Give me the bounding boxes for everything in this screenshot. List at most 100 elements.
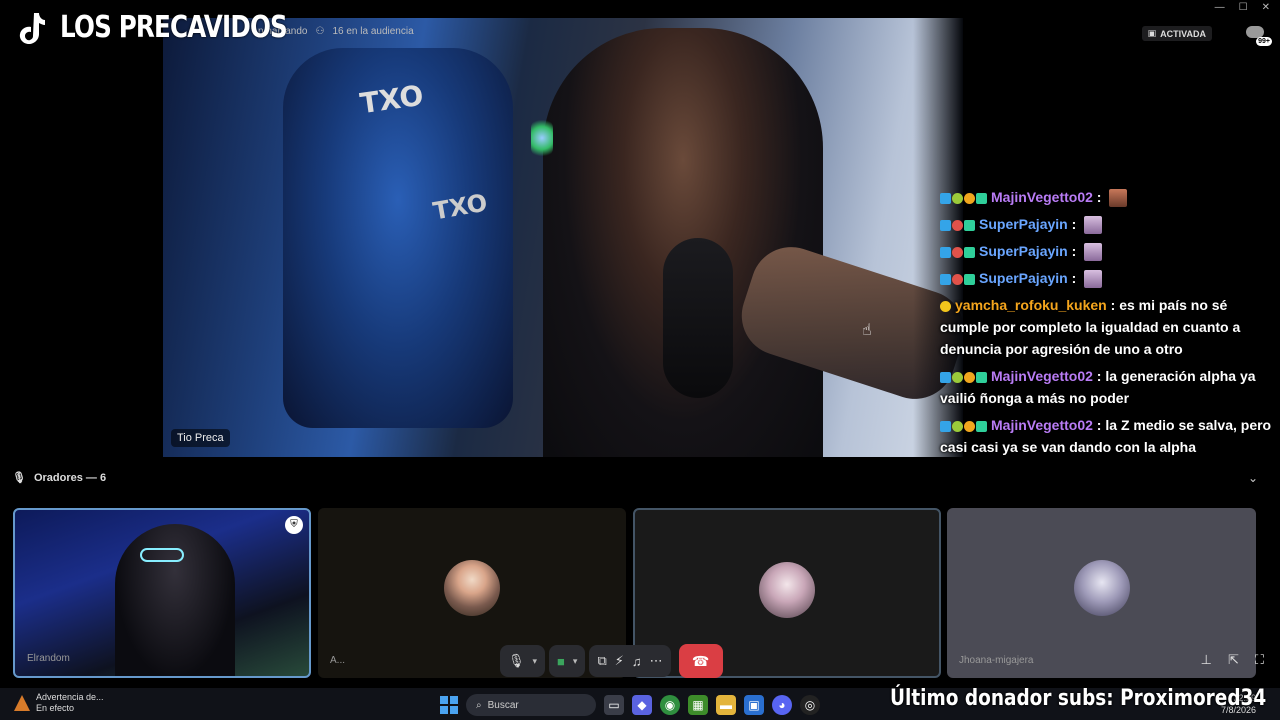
chevron-down-icon[interactable]: ⌄ [1248, 471, 1258, 485]
chat-message: MajinVegetto02 : la Z medio se salva, pe… [940, 417, 1272, 455]
pin-icon[interactable]: ⊥ [1201, 652, 1212, 668]
minimize-icon[interactable]: — [1215, 2, 1225, 13]
chat-text: la Z medio se salva, pero casi casi ya s… [940, 417, 1272, 455]
chat-username[interactable]: MajinVegetto02 [991, 189, 1093, 205]
chevron-down-icon[interactable]: ▾ [573, 656, 578, 667]
chat-badges [940, 192, 987, 204]
num-badge-icon [964, 192, 975, 204]
grid-badge-icon [964, 273, 975, 285]
actions-group: ⧉ ⚡ ♫ ⋯ [589, 645, 671, 677]
minecraft-icon[interactable]: ▦ [688, 695, 708, 715]
task-view-icon[interactable]: ▭ [604, 695, 624, 715]
speakers-header: 🎙 Oradores — 6 [12, 471, 107, 485]
num-badge-icon [964, 420, 975, 432]
phone-hangup-icon: ☎ [691, 652, 710, 669]
popout-icon[interactable]: ⇱ [1228, 652, 1239, 668]
notifications-icon[interactable]: 99+ [1246, 26, 1272, 46]
discord-icon[interactable]: ◕ [772, 695, 792, 715]
heart-badge-icon [952, 246, 963, 258]
camera-group: ■ ▾ [549, 645, 586, 677]
window-controls: — ☐ ✕ [1215, 2, 1270, 13]
speaker-name: Jhoana-migajera [959, 655, 1034, 666]
warning-subtitle: En efecto [36, 703, 75, 713]
windows-start-icon[interactable] [440, 696, 458, 714]
cube-badge-icon [940, 192, 951, 204]
taskbar-search[interactable]: ⌕ Buscar [466, 694, 596, 716]
chrome-icon[interactable]: ◉ [660, 695, 680, 715]
dot-badge-icon [940, 300, 951, 312]
monitor-icon: ▣ [1147, 28, 1157, 38]
warning-notification[interactable]: Advertencia de... En efecto [14, 692, 104, 714]
chat-badges [940, 219, 975, 231]
chat-username[interactable]: MajinVegetto02 [991, 368, 1093, 384]
mouse-cursor-icon: ☝ [862, 322, 872, 339]
chat-message: yamcha_rofoku_kuken : es mi país no sé c… [940, 297, 1241, 357]
donor-ticker: Último donador subs: Proximored34 [890, 686, 1267, 711]
activada-badge[interactable]: ▣ ACTIVADA [1141, 26, 1212, 41]
grid-badge-icon [964, 246, 975, 258]
chat-badges [940, 420, 987, 432]
microphone-icon: 🎙 [12, 472, 26, 484]
store-icon[interactable]: ▣ [744, 695, 764, 715]
hangup-button[interactable]: ☎ [678, 644, 723, 678]
close-icon[interactable]: ✕ [1262, 2, 1270, 13]
leaf-badge-icon [952, 371, 963, 383]
chevron-down-icon[interactable]: ▾ [533, 656, 538, 667]
speaker-tile[interactable]: ⛨ Elrandom [13, 508, 311, 678]
fullscreen-icon[interactable]: ⛶ [1255, 652, 1264, 668]
mic-group: 🎙 ▾ [500, 645, 546, 677]
audience-count: 16 en la audiencia [332, 26, 414, 37]
file-explorer-icon[interactable]: ▬ [716, 695, 736, 715]
heart-badge-icon [952, 219, 963, 231]
video-name-tag: Tio Preca [171, 429, 230, 447]
gift-avatar-icon [1084, 216, 1103, 235]
warning-icon [14, 695, 30, 711]
taskbar-icons: ⌕ Buscar ▭ ◆ ◉ ▦ ▬ ▣ ◕ ◎ [440, 694, 820, 716]
maximize-icon[interactable]: ☐ [1239, 2, 1248, 13]
chat-message: MajinVegetto02 : [940, 186, 1280, 208]
chat-username[interactable]: MajinVegetto02 [991, 417, 1093, 433]
chat-username[interactable]: yamcha_rofoku_kuken [955, 297, 1107, 313]
copilot-icon[interactable]: ◆ [632, 695, 652, 715]
chat-username[interactable]: SuperPajayin [979, 243, 1068, 259]
search-placeholder: Buscar [487, 699, 519, 711]
grid-badge-icon [976, 420, 987, 432]
num-badge-icon [964, 371, 975, 383]
soundboard-icon[interactable]: ♫ [632, 654, 642, 669]
chat-badges [940, 371, 987, 383]
cube-badge-icon [940, 246, 951, 258]
cube-badge-icon [940, 219, 951, 231]
chat-message: SuperPajayin : [940, 267, 1280, 289]
gift-avatar-icon [1084, 243, 1103, 262]
avatar [444, 560, 500, 616]
leaf-badge-icon [952, 420, 963, 432]
speakers-count: Oradores — 6 [33, 471, 107, 484]
channel-brand: LOS PRECAVIDOS [18, 10, 337, 45]
heart-badge-icon [952, 273, 963, 285]
screen-share-icon[interactable]: ⧉ [597, 653, 606, 669]
gift-avatar-icon [1084, 270, 1103, 289]
mic-icon[interactable]: 🎙 [508, 653, 525, 669]
camera-icon[interactable]: ■ [557, 654, 565, 669]
obs-icon[interactable]: ◎ [800, 695, 820, 715]
tile-tools: ⊥ ⇱ ⛶ [1201, 652, 1264, 668]
shield-icon: ⛨ [285, 516, 303, 534]
more-icon[interactable]: ⋯ [650, 653, 663, 669]
main-video-stream[interactable]: TXO TXO Tio Preca [163, 18, 963, 457]
warning-title: Advertencia de... [36, 692, 104, 702]
tiktok-logo-icon [19, 12, 45, 44]
chat-badges [940, 273, 975, 285]
chat-username[interactable]: SuperPajayin [979, 216, 1068, 232]
speaker-name: Elrandom [27, 653, 70, 664]
chat-message: MajinVegetto02 : la generación alpha ya … [940, 368, 1256, 406]
chat-message: SuperPajayin : [940, 240, 1280, 262]
activity-icon[interactable]: ⚡ [615, 653, 624, 669]
leaf-badge-icon [952, 192, 963, 204]
search-icon: ⌕ [476, 699, 482, 711]
chat-username[interactable]: SuperPajayin [979, 270, 1068, 286]
headset-light [531, 118, 553, 158]
grid-badge-icon [964, 219, 975, 231]
grid-badge-icon [976, 371, 987, 383]
cube-badge-icon [940, 273, 951, 285]
chat-message: SuperPajayin : [940, 213, 1280, 235]
